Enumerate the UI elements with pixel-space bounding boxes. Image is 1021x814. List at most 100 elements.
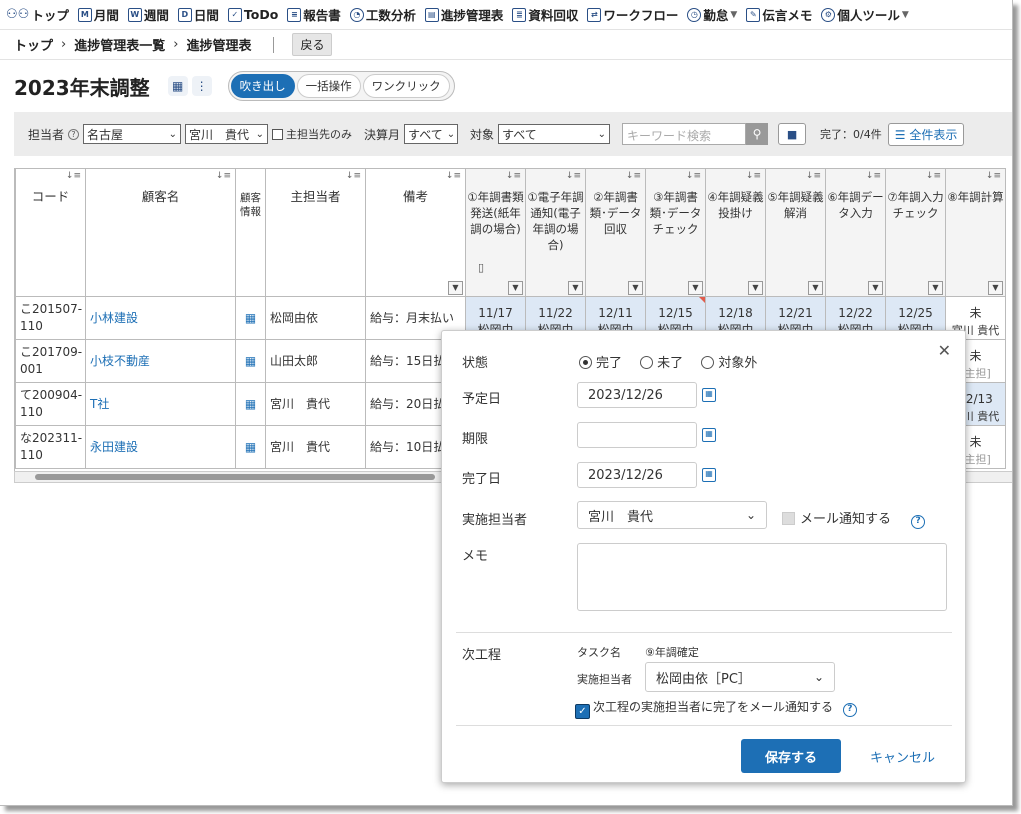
show-all-button[interactable]: ☰ 全件表示 (887, 122, 965, 146)
building-icon[interactable]: ▦ (235, 425, 266, 469)
nav-personal-tools[interactable]: ⚙ 個人ツール ▼ (821, 5, 909, 24)
help-icon[interactable]: ? (842, 703, 857, 717)
filter-icon[interactable]: ▼ (928, 281, 943, 295)
cell-main: 松岡由依 (265, 296, 366, 340)
customer-link[interactable]: 永田建設 (85, 425, 236, 469)
col-task-4[interactable]: ↓≡ ③年調書類･データチェック ▼ (645, 168, 706, 297)
next-assignee-select[interactable]: 松岡由依［PC］ ⌄ (645, 662, 835, 692)
sort-icon[interactable]: ↓≡ (806, 171, 821, 181)
sort-icon[interactable]: ↓≡ (986, 171, 1001, 181)
filter-icon[interactable]: ▼ (748, 281, 763, 295)
nav-analysis[interactable]: ◔ 工数分析 (349, 5, 416, 24)
radio-icon (701, 356, 715, 369)
sort-icon[interactable]: ↓≡ (746, 171, 761, 181)
col-task-8[interactable]: ↓≡ ⑦年調入力チェック ▼ (885, 168, 946, 297)
month-select[interactable]: すべて ⌄ (404, 124, 459, 144)
building-icon[interactable]: ▦ (235, 339, 266, 383)
done-date-input[interactable]: 2023/12/26 (577, 462, 697, 488)
nav-report[interactable]: ≡ 報告書 (287, 5, 341, 24)
col-task-9[interactable]: ↓≡ ⑧年調計算 ▼ (945, 168, 1006, 297)
more-menu-icon[interactable]: ⋮ (191, 76, 212, 96)
col-task-2[interactable]: ↓≡ ①電子年調通知(電子年調の場合) ▼ (525, 168, 586, 297)
filter-icon[interactable]: ▼ (448, 281, 463, 295)
nav-workflow[interactable]: ⇄ ワークフロー (587, 5, 678, 24)
sort-icon[interactable]: ↓≡ (626, 171, 641, 181)
nav-memo[interactable]: ✎ 伝言メモ (746, 5, 812, 24)
col-task-1[interactable]: ↓≡ ①年調書類発送(紙年調の場合) ▯ ▼ (465, 168, 526, 297)
cancel-button[interactable]: キャンセル (870, 747, 935, 766)
target-select[interactable]: すべて ⌄ (498, 124, 611, 144)
area-select[interactable]: 名古屋 ⌄ (83, 124, 182, 144)
nav-daily[interactable]: D 日間 (177, 5, 219, 24)
clipboard-icon[interactable]: ▯ (478, 261, 484, 274)
next-notify-checkbox[interactable]: ✓ 次工程の実施担当者に完了をメール通知する ? (575, 698, 857, 719)
nav-top[interactable]: ⚇⚇ トップ (6, 5, 69, 24)
calendar-icon[interactable]: ▦ (702, 388, 716, 402)
building-icon[interactable]: ▦ (235, 296, 266, 340)
chevron-down-icon: ⌄ (446, 128, 456, 140)
sort-icon[interactable]: ↓≡ (506, 171, 521, 181)
nav-collect[interactable]: ≣ 資料回収 (512, 5, 578, 24)
keyword-search-input[interactable]: キーワード検索 (622, 123, 747, 145)
building-icon[interactable]: ▦ (235, 382, 266, 426)
calendar-icon[interactable]: ▦ (702, 468, 716, 482)
nav-todo[interactable]: ✓ ToDo (227, 7, 278, 22)
breadcrumb-progress-list[interactable]: 進捗管理表一覧 (74, 35, 165, 54)
search-icon[interactable]: ⚲ (746, 123, 769, 145)
scrollbar-thumb[interactable] (35, 474, 435, 480)
memo-textarea[interactable] (577, 543, 947, 611)
col-main[interactable]: ↓≡ 主担当者 (265, 168, 366, 297)
sort-icon[interactable]: ↓≡ (216, 171, 231, 181)
breadcrumb-top[interactable]: トップ (14, 35, 53, 54)
help-icon[interactable]: ? (68, 128, 80, 140)
nav-progress[interactable]: ▤ 進捗管理表 (424, 5, 503, 24)
col-memo[interactable]: ↓≡ 備考 ▼ (365, 168, 466, 297)
person-select[interactable]: 宮川 貴代 ⌄ (185, 124, 269, 144)
col-task-5[interactable]: ↓≡ ④年調疑義投掛け ▼ (705, 168, 766, 297)
filter-icon[interactable]: ▼ (688, 281, 703, 295)
status-excluded-radio[interactable]: 対象外 (701, 356, 757, 371)
sort-icon[interactable]: ↓≡ (866, 171, 881, 181)
main-only-checkbox[interactable] (272, 128, 284, 140)
close-icon[interactable]: ✕ (938, 341, 951, 360)
save-icon[interactable]: ■ (778, 123, 807, 145)
sort-icon[interactable]: ↓≡ (66, 171, 81, 181)
sort-icon[interactable]: ↓≡ (446, 171, 461, 181)
status-done-radio[interactable]: 完了 (579, 356, 622, 371)
mode-oneclick[interactable]: ワンクリック (362, 74, 450, 98)
filter-icon[interactable]: ▼ (628, 281, 643, 295)
customer-link[interactable]: 小林建設 (85, 296, 236, 340)
sort-icon[interactable]: ↓≡ (686, 171, 701, 181)
save-button[interactable]: 保存する (741, 739, 841, 773)
back-button[interactable]: 戻る (292, 33, 333, 56)
status-notdone-radio[interactable]: 未了 (640, 356, 683, 371)
mode-balloon[interactable]: 吹き出し (230, 74, 295, 98)
nav-weekly[interactable]: W 週間 (127, 5, 169, 24)
customer-link[interactable]: 小枝不動産 (85, 339, 236, 383)
calculator-icon[interactable]: ▦ (167, 76, 188, 96)
col-task-3[interactable]: ↓≡ ②年調書類･データ回収 ▼ (585, 168, 646, 297)
help-icon[interactable]: ? (911, 515, 926, 529)
col-task-7[interactable]: ↓≡ ⑥年調データ入力 ▼ (825, 168, 886, 297)
deadline-input[interactable] (577, 422, 697, 448)
col-task-6[interactable]: ↓≡ ⑤年調疑義解消 ▼ (765, 168, 826, 297)
sort-icon[interactable]: ↓≡ (346, 171, 361, 181)
calendar-icon[interactable]: ▦ (702, 428, 716, 442)
mode-bulk[interactable]: 一括操作 (296, 74, 361, 98)
filter-icon[interactable]: ▼ (568, 281, 583, 295)
chevron-down-icon: ⌄ (597, 128, 607, 140)
mail-notify-checkbox[interactable]: メール通知する ? (782, 508, 926, 529)
customer-link[interactable]: T社 (85, 382, 236, 426)
filter-icon[interactable]: ▼ (868, 281, 883, 295)
filter-icon[interactable]: ▼ (988, 281, 1003, 295)
filter-icon[interactable]: ▼ (508, 281, 523, 295)
col-name[interactable]: ↓≡ 顧客名 (85, 168, 236, 297)
nav-attendance[interactable]: ◷ 勤怠 ▼ (687, 5, 737, 24)
sort-icon[interactable]: ↓≡ (566, 171, 581, 181)
planned-date-input[interactable]: 2023/12/26 (577, 382, 697, 408)
assignee-select[interactable]: 宮川 貴代 ⌄ (577, 501, 767, 529)
filter-icon[interactable]: ▼ (808, 281, 823, 295)
nav-monthly[interactable]: M 月間 (77, 5, 119, 24)
sort-icon[interactable]: ↓≡ (926, 171, 941, 181)
col-code[interactable]: ↓≡ コード (15, 168, 86, 297)
